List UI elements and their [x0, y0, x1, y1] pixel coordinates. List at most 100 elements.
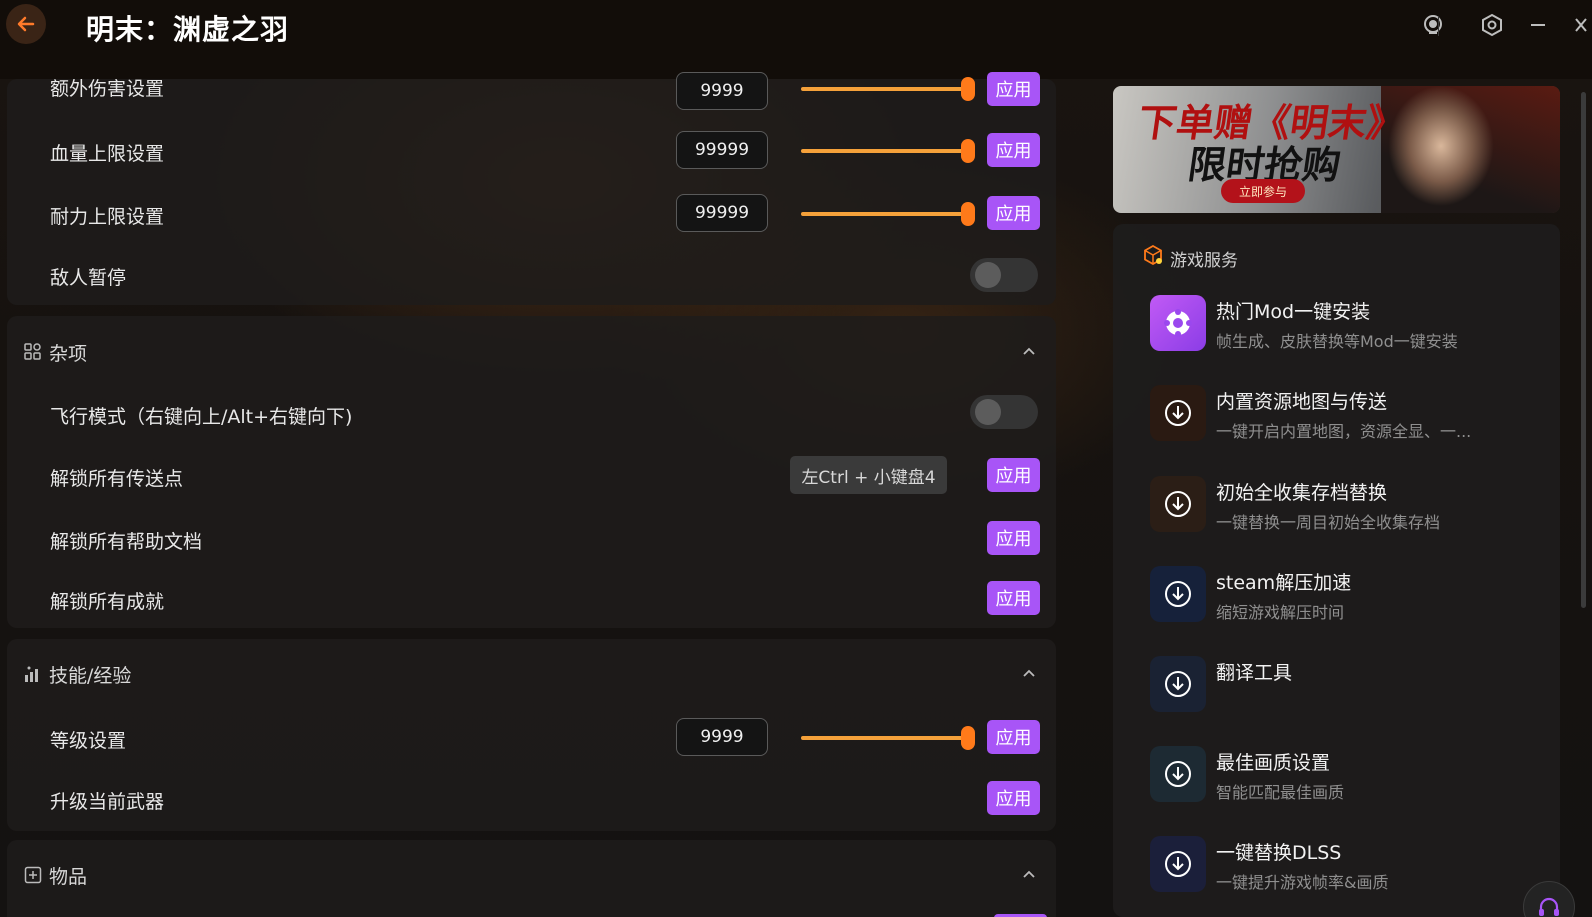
service-name: 热门Mod一键安装 [1216, 301, 1371, 323]
value-input[interactable]: 99999 [676, 131, 768, 169]
apply-button[interactable]: 应用 [987, 458, 1040, 492]
service-item-dlss[interactable]: 一键替换DLSS 一键提升游戏帧率&画质 [1150, 836, 1550, 896]
close-button[interactable] [1568, 10, 1592, 40]
back-button[interactable] [6, 4, 46, 44]
service-desc: 一键替换一周目初始全收集存档 [1216, 513, 1441, 532]
settings-card-combat: 额外伤害设置 9999 应用 血量上限设置 99999 应用 耐力上限设置 99… [7, 72, 1056, 305]
setting-row: 飞行模式（右键向上/Alt+右键向下) [7, 394, 1056, 434]
download-icon [1150, 836, 1206, 892]
apply-button[interactable]: 应用 [987, 521, 1040, 555]
download-icon [1150, 746, 1206, 802]
service-item-map[interactable]: 内置资源地图与传送 一键开启内置地图，资源全显、一... [1150, 385, 1550, 445]
chevron-up-icon[interactable] [1021, 343, 1037, 359]
section-header-items[interactable]: 物品 [7, 854, 1056, 894]
value-input[interactable]: 9999 [676, 718, 768, 756]
value-input[interactable]: 9999 [676, 72, 768, 110]
service-item-translate[interactable]: 翻译工具 [1150, 656, 1550, 716]
setting-row: 解锁所有帮助文档 应用 [7, 519, 1056, 559]
grid-icon [24, 343, 41, 360]
scrollbar[interactable] [1581, 92, 1586, 608]
slider-track [801, 736, 965, 740]
apply-button[interactable]: 应用 [987, 781, 1040, 815]
chevron-up-icon[interactable] [1021, 665, 1037, 681]
service-name: 翻译工具 [1216, 662, 1293, 684]
settings-card-misc: 杂项 飞行模式（右键向上/Alt+右键向下) 解锁所有传送点 左Ctrl + 小… [7, 316, 1056, 628]
promo-banner[interactable]: 下单赠《明末》 限时抢购 立即参与 [1113, 86, 1560, 213]
chevron-up-icon[interactable] [1021, 866, 1037, 882]
headset-icon [1539, 897, 1559, 916]
service-item-steam[interactable]: steam解压加速 缩短游戏解压时间 [1150, 566, 1550, 626]
slider-thumb[interactable] [961, 726, 975, 750]
value-slider[interactable] [801, 726, 979, 750]
settings-button[interactable] [1477, 10, 1507, 40]
value-input[interactable]: 99999 [676, 194, 768, 232]
download-icon [1150, 385, 1206, 441]
section-header-misc[interactable]: 杂项 [7, 331, 1056, 371]
gear-icon [1482, 13, 1502, 37]
apply-button[interactable]: 应用 [987, 196, 1040, 230]
setting-row: 额外伤害设置 9999 应用 [7, 72, 1056, 119]
section-title: 物品 [49, 866, 88, 888]
notification-button[interactable] [1418, 10, 1448, 40]
download-icon [1150, 566, 1206, 622]
slider-track [801, 87, 965, 91]
enemy-pause-toggle[interactable] [970, 258, 1038, 292]
mod-icon [1150, 295, 1206, 351]
slider-thumb[interactable] [961, 202, 975, 226]
setting-label: 耐力上限设置 [50, 206, 165, 228]
service-desc: 缩短游戏解压时间 [1216, 603, 1345, 622]
apply-button[interactable]: 应用 [987, 581, 1040, 615]
download-icon [1150, 656, 1206, 712]
service-item-quality[interactable]: 最佳画质设置 智能匹配最佳画质 [1150, 746, 1550, 806]
toggle-knob [975, 399, 1001, 425]
value-slider[interactable] [801, 202, 979, 226]
setting-label: 额外伤害设置 [50, 78, 165, 100]
apply-button[interactable]: 应用 [987, 720, 1040, 754]
setting-label: 解锁所有成就 [50, 591, 165, 613]
section-title: 杂项 [49, 343, 88, 365]
slider-thumb[interactable] [961, 77, 975, 101]
banner-cta-button[interactable]: 立即参与 [1221, 179, 1305, 203]
apply-button[interactable]: 应用 [987, 133, 1040, 167]
value-slider[interactable] [801, 139, 979, 163]
minimize-icon [1531, 24, 1545, 26]
service-name: steam解压加速 [1216, 572, 1352, 594]
box-plus-icon [24, 866, 42, 884]
bell-icon [1424, 15, 1442, 34]
setting-label: 飞行模式（右键向上/Alt+右键向下) [50, 406, 353, 428]
service-name: 一键替换DLSS [1216, 842, 1342, 864]
service-desc: 帧生成、皮肤替换等Mod一键安装 [1216, 332, 1458, 351]
fly-mode-toggle[interactable] [970, 395, 1038, 429]
service-desc: 智能匹配最佳画质 [1216, 783, 1345, 802]
value-slider[interactable] [801, 77, 979, 101]
settings-card-items: 物品 [7, 840, 1056, 917]
service-item-save[interactable]: 初始全收集存档替换 一键替换一周目初始全收集存档 [1150, 476, 1550, 536]
service-name: 初始全收集存档替换 [1216, 482, 1388, 504]
setting-label: 血量上限设置 [50, 143, 165, 165]
bar-chart-icon [25, 666, 38, 682]
services-title: 游戏服务 [1170, 251, 1238, 271]
settings-card-skills: 技能/经验 等级设置 9999 应用 升级当前武器 应用 [7, 639, 1056, 831]
section-header-skills[interactable]: 技能/经验 [7, 653, 1056, 693]
download-icon [1150, 476, 1206, 532]
banner-character-art [1381, 86, 1560, 213]
slider-thumb[interactable] [961, 139, 975, 163]
title-bar: 明末：渊虚之羽 [0, 0, 1592, 79]
setting-row: 解锁所有成就 应用 [7, 579, 1056, 619]
hotkey-field[interactable]: 左Ctrl + 小键盘4 [790, 456, 947, 494]
minimize-button[interactable] [1523, 10, 1553, 40]
service-desc: 一键提升游戏帧率&画质 [1216, 873, 1389, 892]
section-title: 技能/经验 [49, 665, 132, 687]
setting-label: 解锁所有传送点 [50, 468, 184, 490]
title-divider [1438, 16, 1439, 36]
app-title: 明末：渊虚之羽 [86, 13, 290, 46]
service-name: 内置资源地图与传送 [1216, 391, 1388, 413]
setting-row: 耐力上限设置 99999 应用 [7, 194, 1056, 234]
service-desc: 一键开启内置地图，资源全显、一... [1216, 422, 1472, 441]
service-item-mod[interactable]: 热门Mod一键安装 帧生成、皮肤替换等Mod一键安装 [1150, 295, 1550, 355]
setting-label: 解锁所有帮助文档 [50, 531, 203, 553]
slider-track [801, 212, 965, 216]
setting-row: 血量上限设置 99999 应用 [7, 131, 1056, 171]
apply-button[interactable]: 应用 [987, 72, 1040, 106]
setting-row: 升级当前武器 应用 [7, 779, 1056, 819]
